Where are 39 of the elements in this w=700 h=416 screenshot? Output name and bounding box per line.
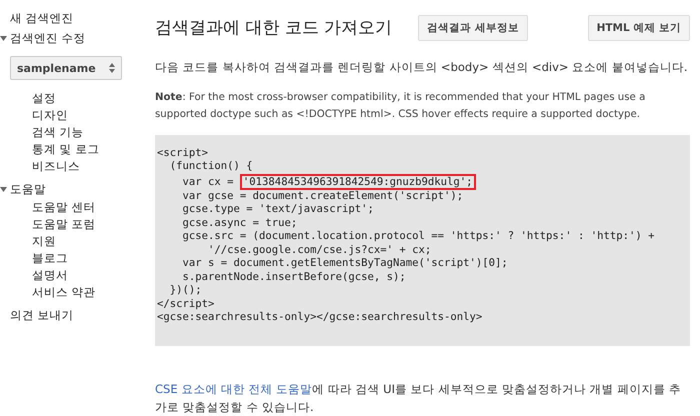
- code-line: (function() {: [168, 160, 254, 174]
- sidebar-item[interactable]: 검색엔진 수정: [10, 30, 86, 46]
- help-text: CSE 요소에 대한 전체 도움말에 따라 검색 UI를 보다 세부적으로 맞춤설정하거나 개별 페이지를 추가로 맞춤설정할 수 있습니다.: [155, 381, 682, 416]
- sidebar-subitem[interactable]: 도움말 센터: [32, 199, 140, 216]
- instruction-text: 다음 코드를 복사하여 검색결과를 렌더링할 사이트의 <body> 섹션의 <div> 요소에 붙여넣습니다.: [155, 60, 688, 75]
- sidebar-subitem[interactable]: 블로그: [32, 250, 140, 267]
- engine-select[interactable]: samplename: [10, 56, 122, 80]
- code-line: <gcse:searchresults-only></gcse:searchresults-only>: [157, 311, 484, 325]
- sidebar-item[interactable]: 새 검색엔진: [10, 10, 74, 26]
- sidebar-subitem[interactable]: 통계 및 로그: [32, 141, 140, 158]
- code-line: gcse.type = 'text/javascript';: [182, 203, 375, 217]
- sidebar-subitem[interactable]: 검색 기능: [32, 124, 140, 141]
- sidebar-subitem[interactable]: 서비스 약관: [32, 284, 140, 301]
- sidebar-subitem[interactable]: 디자인: [32, 107, 140, 124]
- code-line: gcse.async = true;: [182, 216, 298, 230]
- code-line: </script>: [157, 298, 216, 312]
- code-line: var cx = '013848453496391842549:gnuzb9dkulg';: [157, 174, 690, 190]
- code-line: '//cse.google.com/cse.js?cx=' + cx;: [207, 244, 432, 258]
- sidebar-item[interactable]: 도움말: [10, 182, 46, 196]
- sidebar-item[interactable]: 의견 보내기: [10, 308, 74, 322]
- code-line: <script>: [157, 146, 210, 160]
- help-link[interactable]: CSE 요소에 대한 전체 도움말: [155, 382, 312, 396]
- header-button[interactable]: HTML 예제 보기: [588, 14, 690, 41]
- sidebar-subitem[interactable]: 도움말 포럼: [32, 216, 140, 233]
- code-line: var s = document.getElementsByTagName('script')[0];: [182, 257, 509, 271]
- sidebar-subitem[interactable]: 설정: [32, 90, 140, 107]
- caret-icon[interactable]: [0, 36, 7, 40]
- sidebar-subitem[interactable]: 지원: [32, 233, 140, 250]
- sidebar-subitem[interactable]: 비즈니스: [32, 158, 140, 175]
- sidebar-subitem[interactable]: 설명서: [32, 267, 140, 284]
- code-line: var gcse = document.createElement('script');: [182, 190, 464, 204]
- header-button[interactable]: 검색결과 세부정보: [418, 14, 528, 41]
- code-line: gcse.src = (document.location.protocol == 'https:' ? 'https:' : 'http:') +: [182, 230, 656, 244]
- caret-icon[interactable]: [0, 186, 7, 192]
- page-title: 검색결과에 대한 코드 가져오기: [155, 17, 392, 40]
- note-text: Note: For the most cross-browser compatibility, it is recommended that your HTML pages use a supported doctype such as <!DOCTYPE html>. CSS hover effects require a supported doctype.: [155, 90, 646, 122]
- updown-arrows-icon: [109, 63, 115, 73]
- code-line: s.parentNode.insertBefore(gcse, s);: [182, 270, 407, 284]
- code-line: })();: [168, 284, 203, 298]
